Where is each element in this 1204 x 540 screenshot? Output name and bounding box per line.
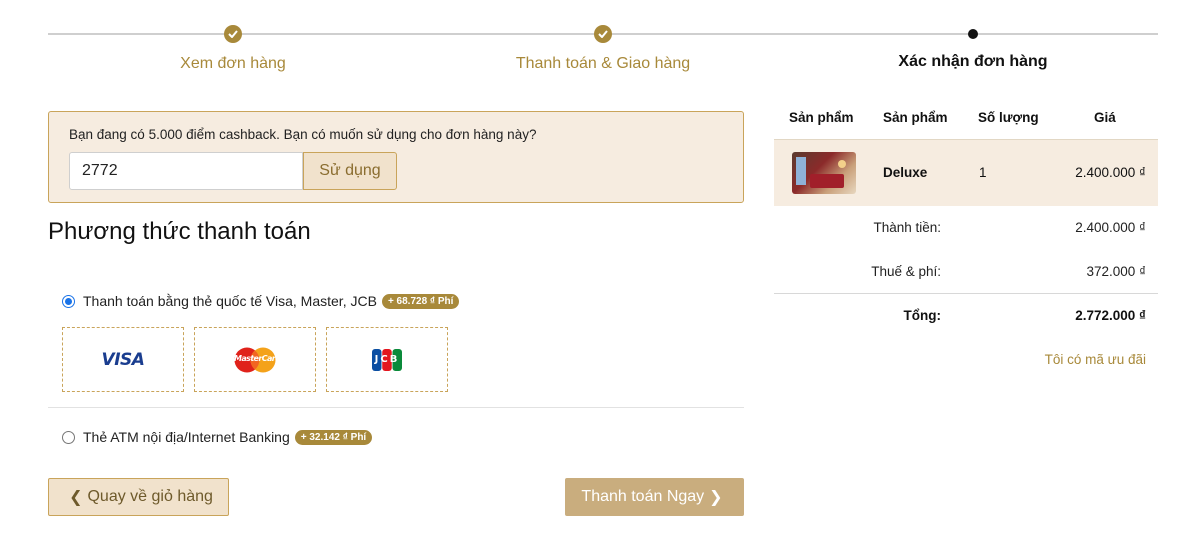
promo-code-link[interactable]: Tôi có mã ưu đãi xyxy=(1045,352,1146,367)
item-quantity: 1 xyxy=(979,165,987,180)
back-button-label: Quay về giỏ hàng xyxy=(87,488,213,505)
column-header: Số lượng xyxy=(978,110,1039,125)
check-icon xyxy=(594,25,612,43)
total-label: Tổng: xyxy=(903,308,941,323)
radio-international-card[interactable] xyxy=(62,294,75,308)
step-review-order[interactable]: Xem đơn hàng xyxy=(48,22,418,73)
pay-button-label: Thanh toán Ngay xyxy=(581,488,705,505)
item-name: Deluxe xyxy=(883,165,928,180)
step-label: Xác nhận đơn hàng xyxy=(898,53,1048,70)
room-thumbnail xyxy=(792,152,856,194)
jcb-logo-text: JCB xyxy=(374,353,400,365)
step-label: Thanh toán & Giao hàng xyxy=(515,55,691,72)
jcb-card-option[interactable]: JCB xyxy=(326,327,448,392)
column-header: Giá xyxy=(1094,110,1116,125)
fee-badge: + 32.142 ₫ Phí xyxy=(294,429,373,445)
tax-label: Thuế & phí: xyxy=(871,264,941,279)
check-icon xyxy=(224,25,242,43)
radio-domestic-atm[interactable] xyxy=(62,430,75,444)
use-cashback-button[interactable]: Sử dụng xyxy=(303,152,397,190)
payment-option-label: Thẻ ATM nội địa/Internet Banking xyxy=(83,429,290,445)
visa-card-option[interactable]: VISA xyxy=(62,327,184,392)
step-label: Xem đơn hàng xyxy=(180,55,286,72)
fee-badge: + 68.728 ₫ Phí xyxy=(381,293,460,309)
payment-option-domestic-atm[interactable]: Thẻ ATM nội địa/Internet Banking + 32.14… xyxy=(62,429,373,445)
payment-divider xyxy=(48,407,744,408)
chevron-left-icon: ❮ xyxy=(69,489,83,506)
column-header: Sản phẩm xyxy=(883,110,948,125)
total-divider xyxy=(774,293,1158,294)
pay-now-button[interactable]: Thanh toán Ngay ❯ xyxy=(565,478,744,516)
payment-method-title: Phương thức thanh toán xyxy=(48,218,311,245)
order-item-row: Deluxe 1 2.400.000 ₫ xyxy=(774,139,1158,206)
total-value: 2.772.000 ₫ xyxy=(1075,308,1146,323)
mastercard-card-option[interactable]: MasterCard xyxy=(194,327,316,392)
mastercard-logo-icon: MasterCard xyxy=(234,347,281,373)
current-step-dot-icon xyxy=(968,29,978,39)
cashback-points-input[interactable]: 2772 xyxy=(69,152,303,190)
payment-option-label: Thanh toán bằng thẻ quốc tế Visa, Master… xyxy=(83,293,377,309)
back-to-cart-button[interactable]: ❮ Quay về giỏ hàng xyxy=(48,478,229,516)
mastercard-logo-text: MasterCard xyxy=(234,353,281,363)
subtotal-value: 2.400.000 ₫ xyxy=(1075,220,1146,235)
tax-value: 372.000 ₫ xyxy=(1086,264,1146,279)
item-price: 2.400.000 ₫ xyxy=(1075,165,1146,180)
checkout-stepper: Xem đơn hàng Thanh toán & Giao hàng Xác … xyxy=(48,22,1158,72)
subtotal-label: Thành tiền: xyxy=(873,220,941,235)
step-confirm-order: Xác nhận đơn hàng xyxy=(788,22,1158,71)
column-header: Sản phẩm xyxy=(789,110,854,125)
payment-option-international-card[interactable]: Thanh toán bằng thẻ quốc tế Visa, Master… xyxy=(62,293,460,309)
step-payment-shipping[interactable]: Thanh toán & Giao hàng xyxy=(418,22,788,73)
chevron-right-icon: ❯ xyxy=(709,489,723,506)
cashback-message: Bạn đang có 5.000 điểm cashback. Bạn có … xyxy=(69,127,537,142)
cashback-panel: Bạn đang có 5.000 điểm cashback. Bạn có … xyxy=(48,111,744,203)
visa-logo-icon: VISA xyxy=(101,349,145,370)
jcb-logo-icon: JCB xyxy=(372,348,402,371)
